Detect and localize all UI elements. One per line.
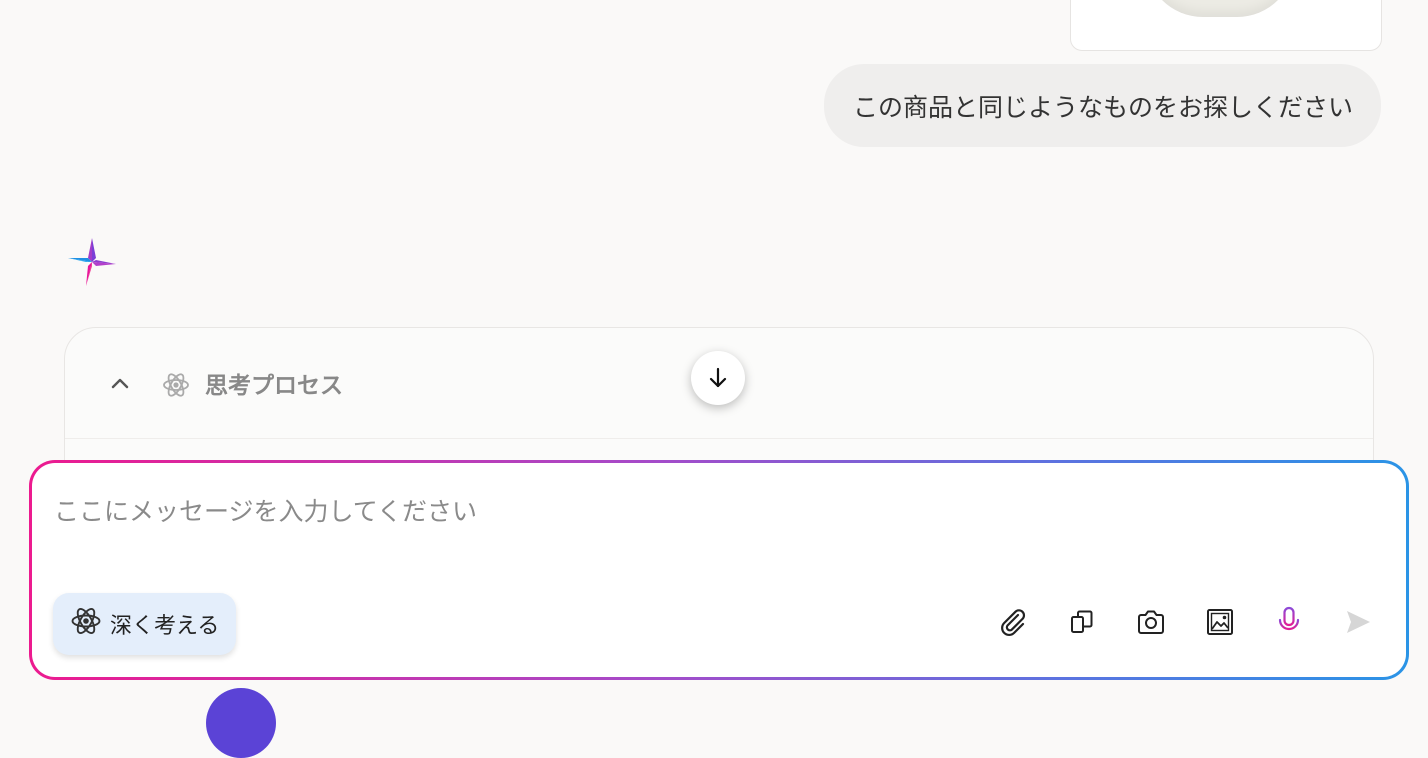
copy-icon bbox=[1068, 608, 1096, 640]
microphone-button[interactable] bbox=[1272, 606, 1306, 642]
deep-think-label: 深く考える bbox=[110, 614, 220, 639]
attach-button[interactable] bbox=[996, 607, 1030, 641]
message-input[interactable] bbox=[54, 497, 1154, 526]
attach-icon bbox=[997, 606, 1029, 642]
user-message-text: この商品と同じようなものをお探しください bbox=[852, 92, 1353, 122]
image-icon bbox=[1205, 607, 1235, 641]
user-message-bubble: この商品と同じようなものをお探しください bbox=[823, 64, 1381, 147]
atom-icon bbox=[70, 605, 102, 643]
scroll-to-bottom-button[interactable] bbox=[691, 351, 745, 405]
arrow-down-icon bbox=[709, 367, 727, 388]
image-button[interactable] bbox=[1203, 607, 1237, 641]
chevron-up-icon[interactable] bbox=[109, 372, 131, 394]
partial-bottom-badge bbox=[206, 688, 276, 758]
microphone-icon bbox=[1274, 606, 1304, 642]
product-image bbox=[1145, 0, 1295, 17]
assistant-logo-icon bbox=[66, 236, 118, 288]
copy-button[interactable] bbox=[1065, 607, 1099, 641]
atom-icon bbox=[162, 371, 190, 399]
message-composer: 深く考える bbox=[29, 460, 1409, 680]
camera-button[interactable] bbox=[1134, 607, 1168, 641]
deep-think-toggle[interactable]: 深く考える bbox=[53, 593, 237, 655]
thinking-process-label: 思考プロセス bbox=[205, 373, 343, 399]
camera-icon bbox=[1136, 607, 1166, 641]
product-image-card[interactable] bbox=[1070, 0, 1382, 51]
send-button[interactable] bbox=[1341, 607, 1375, 641]
send-icon bbox=[1343, 607, 1373, 641]
